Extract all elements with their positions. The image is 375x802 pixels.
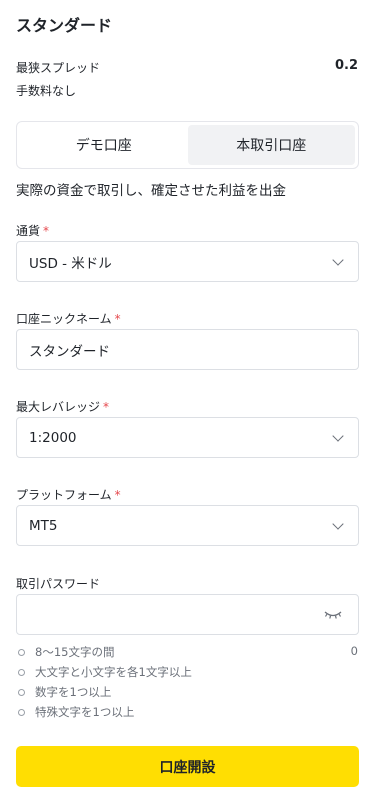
account-type-title: スタンダード <box>16 16 113 35</box>
password-rule: 数字を1つ以上 <box>18 684 111 700</box>
account-mode-switch: デモ口座 本取引口座 <box>16 121 359 169</box>
password-rule: 大文字と小文字を各1文字以上 <box>18 664 192 680</box>
tab-real-account[interactable]: 本取引口座 <box>187 125 355 165</box>
nickname-input[interactable]: スタンダード <box>16 329 359 370</box>
leverage-select[interactable]: 1:2000 <box>16 417 359 458</box>
leverage-value: 1:2000 <box>29 429 77 446</box>
account-mode-description: 実際の資金で取引し、確定させた利益を出金 <box>16 183 286 199</box>
fee-label: 手数料なし <box>16 84 77 98</box>
chevron-down-icon <box>332 429 344 442</box>
tab-demo-account[interactable]: デモ口座 <box>20 125 188 165</box>
nickname-value: スタンダード <box>29 343 110 360</box>
open-account-form: スタンダード 最狭スプレッド 0.2 手数料なし デモ口座 本取引口座 実際の資… <box>0 0 375 802</box>
password-input[interactable] <box>16 594 359 635</box>
rule-status-icon <box>18 708 25 716</box>
chevron-down-icon <box>332 253 344 266</box>
rule-status-icon <box>18 668 25 676</box>
password-rule: 8〜15文字の間 <box>18 644 114 660</box>
password-rule-text: 数字を1つ以上 <box>35 685 112 699</box>
nickname-label: 口座ニックネーム * <box>16 310 121 327</box>
platform-select[interactable]: MT5 <box>16 505 359 546</box>
platform-value: MT5 <box>29 517 58 534</box>
required-mark: * <box>43 224 50 238</box>
password-rule-text: 大文字と小文字を各1文字以上 <box>35 665 192 679</box>
leverage-label-text: 最大レバレッジ <box>16 400 101 414</box>
open-account-button[interactable]: 口座開設 <box>16 746 359 787</box>
leverage-label: 最大レバレッジ * <box>16 398 109 415</box>
currency-select[interactable]: USD - 米ドル <box>16 241 359 282</box>
platform-label-text: プラットフォーム <box>16 488 112 502</box>
eye-closed-icon[interactable] <box>324 609 342 621</box>
currency-value: USD - 米ドル <box>29 255 112 272</box>
password-length-counter: 0 <box>350 644 358 658</box>
currency-label: 通貨 * <box>16 222 49 239</box>
rule-status-icon <box>18 648 25 656</box>
required-mark: * <box>114 488 121 502</box>
currency-label-text: 通貨 <box>16 224 41 238</box>
nickname-label-text: 口座ニックネーム <box>16 312 112 326</box>
spread-value: 0.2 <box>334 58 358 73</box>
spread-label: 最狭スプレッド <box>16 61 101 75</box>
password-rule-text: 8〜15文字の間 <box>35 645 115 659</box>
required-mark: * <box>114 312 121 326</box>
password-rule-text: 特殊文字を1つ以上 <box>35 705 135 719</box>
password-rule: 特殊文字を1つ以上 <box>18 704 134 720</box>
password-label: 取引パスワード <box>16 577 101 591</box>
platform-label: プラットフォーム * <box>16 486 121 503</box>
required-mark: * <box>103 400 110 414</box>
chevron-down-icon <box>332 517 344 530</box>
rule-status-icon <box>18 688 25 696</box>
